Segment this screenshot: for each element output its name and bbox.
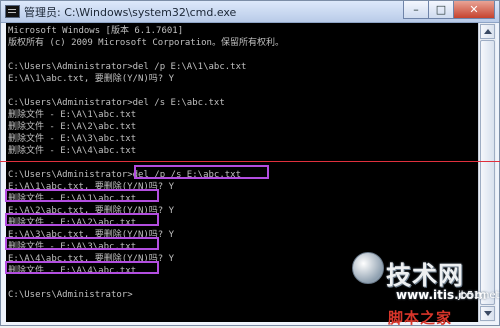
divider-annotation-line	[0, 161, 500, 162]
minimize-button[interactable]: –	[403, 1, 429, 19]
highlight-box-delete-3	[5, 237, 159, 250]
console-line: 删除文件 - E:\A\3\abc.txt	[8, 134, 137, 144]
console-line: 删除文件 - E:\A\4\abc.txt	[8, 146, 137, 156]
console-line: 删除文件 - E:\A\1\abc.txt	[8, 110, 137, 120]
console-line: C:\Users\Administrator>	[8, 290, 133, 300]
highlight-box-delete-1	[5, 189, 159, 202]
console-line: Microsoft Windows [版本 6.1.7601]	[8, 26, 184, 36]
console-line: 版权所有 (c) 2009 Microsoft Corporation。保留所有…	[8, 38, 284, 48]
console-line: E:\A\1\abc.txt, 要删除(Y/N)吗? Y	[8, 74, 175, 84]
highlight-box-delete-2	[5, 213, 159, 226]
cmd-icon	[5, 5, 20, 18]
window-controls: – □ ✕	[403, 1, 495, 19]
highlight-box-command	[134, 165, 269, 179]
window-title: 管理员: C:\Windows\system32\cmd.exe	[24, 5, 237, 19]
close-button[interactable]: ✕	[453, 1, 495, 19]
highlight-box-delete-4	[5, 261, 159, 274]
console-line: C:\Users\Administrator>del /p E:\A\1\abc…	[8, 62, 247, 72]
scroll-up-arrow-icon[interactable]	[480, 24, 495, 39]
maximize-button[interactable]: □	[428, 1, 454, 19]
watermark-title: 技术网	[386, 261, 465, 290]
console-line: C:\Users\Administrator>del /s E:\abc.txt	[8, 98, 225, 108]
watermark-tagline: 脚本之家	[388, 309, 453, 327]
watermark-logo-icon	[352, 252, 384, 284]
watermark-site-suffix: jb51.net	[458, 290, 500, 301]
title-bar[interactable]: 管理员: C:\Windows\system32\cmd.exe – □ ✕	[1, 1, 499, 23]
watermark: 技术网 www.itis.com jb51.net 脚本之家	[348, 250, 500, 327]
console-line: 删除文件 - E:\A\2\abc.txt	[8, 122, 137, 132]
